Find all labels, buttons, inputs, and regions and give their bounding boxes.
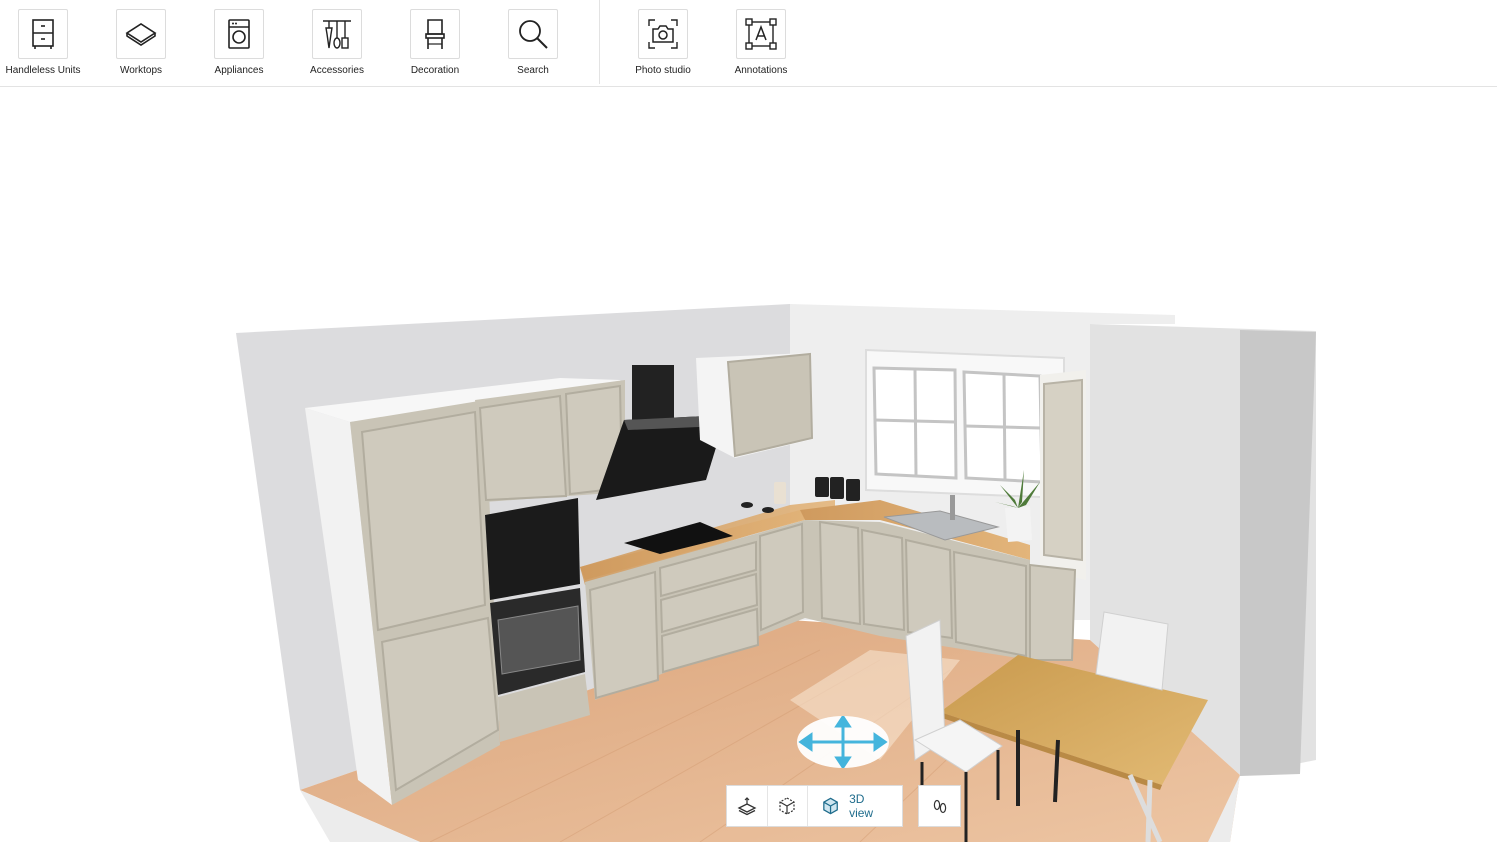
view-3d-button[interactable]: 3D view — [808, 786, 902, 826]
kitchen-3d-viewport[interactable] — [0, 88, 1497, 842]
upper-cabinet-mid — [726, 352, 814, 458]
base-door-1 — [588, 570, 660, 700]
top-toolbar: Handleless Units Worktops Appliances Acc… — [0, 0, 1497, 87]
hood-chimney — [632, 365, 674, 423]
tool-label: Accessories — [310, 65, 364, 76]
view-mode-toolbar: 3D view — [726, 785, 903, 827]
base-door-corner — [758, 522, 805, 632]
walk-mode-toolbar — [918, 785, 961, 827]
tall-unit-right-lower — [1029, 563, 1077, 661]
search-icon — [519, 20, 548, 49]
toolbar-divider — [599, 0, 600, 84]
canister-2 — [830, 477, 844, 499]
walk-mode-button[interactable] — [919, 786, 960, 826]
tool-label: Worktops — [119, 65, 163, 76]
cabinet-icon — [32, 19, 54, 49]
upper-door-1 — [478, 394, 568, 502]
camera-icon — [648, 19, 678, 49]
tall-unit-door-upper — [360, 410, 487, 632]
annotation-icon — [745, 18, 777, 50]
kettle — [774, 482, 786, 504]
base-door-back-3 — [904, 538, 954, 640]
microwave — [485, 498, 580, 600]
utensils-icon — [323, 20, 351, 49]
tool-label: Appliances — [214, 65, 264, 76]
view-3d-label: 3D view — [849, 792, 874, 820]
view-2d-button[interactable] — [727, 786, 768, 826]
tool-decoration[interactable]: Decoration — [386, 9, 484, 81]
tool-annotations[interactable]: Annotations — [712, 9, 810, 81]
tool-search[interactable]: Search — [484, 9, 582, 81]
fridge-door — [1043, 378, 1083, 562]
tool-label: Annotations — [734, 65, 788, 76]
base-door-back-1 — [818, 520, 862, 626]
tool-label: Photo studio — [635, 65, 691, 76]
tool-label: Decoration — [410, 65, 460, 76]
tool-label: Search — [517, 65, 549, 76]
worktop-icon — [125, 23, 157, 46]
layers-2d-icon — [737, 797, 757, 816]
move-handle[interactable] — [797, 714, 889, 770]
base-door-back-4 — [952, 550, 1027, 658]
washing-machine-icon — [228, 19, 250, 49]
base-door-back-2 — [860, 528, 906, 632]
tool-label: Handleless Units — [5, 65, 81, 76]
move-arrows-icon — [798, 714, 888, 770]
canister-3 — [846, 479, 860, 501]
tap — [950, 495, 955, 520]
tool-handleless-units[interactable]: Handleless Units — [0, 9, 92, 81]
chair-icon — [425, 19, 445, 49]
plant-pot — [1005, 506, 1032, 542]
canister-1 — [815, 477, 829, 497]
tool-photo-studio[interactable]: Photo studio — [614, 9, 712, 81]
tool-appliances[interactable]: Appliances — [190, 9, 288, 81]
tool-worktops[interactable]: Worktops — [92, 9, 190, 81]
cube-3d-icon — [823, 797, 838, 815]
cube-wireframe-icon — [779, 797, 795, 815]
view-cube-button[interactable] — [768, 786, 808, 826]
tool-accessories[interactable]: Accessories — [288, 9, 386, 81]
footsteps-icon — [933, 799, 946, 814]
